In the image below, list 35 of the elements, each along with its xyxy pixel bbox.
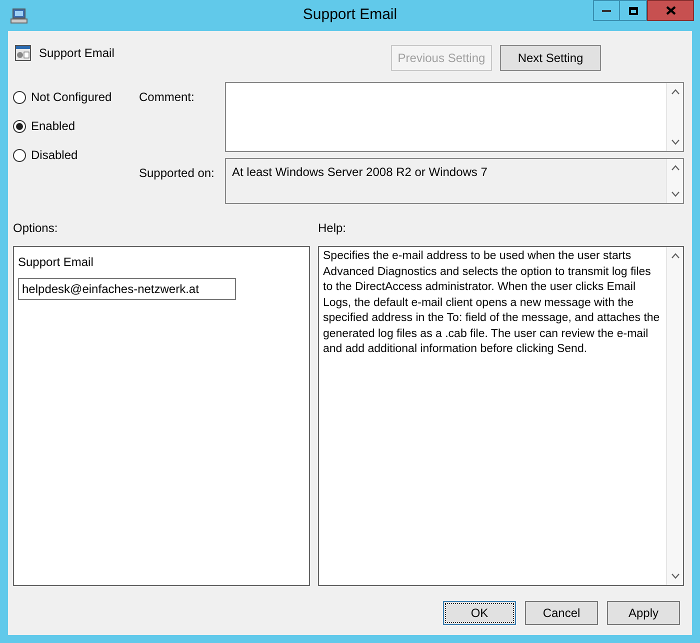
help-text: Specifies the e-mail address to be used when the user starts Advanced Diagnostics and selects the option to transmit log files to the DirectAccess administrator. When the user clicks Email Logs, the default e-mail client opens a new message with the specified address in the To: field of the message, and attaches the generated log files as a .cab file. The user can review the e-mail and add additional information before clicking Send. [322,249,661,357]
close-button[interactable] [647,0,694,21]
email-input[interactable]: helpdesk@einfaches-netzwerk.at [18,278,236,300]
computer-icon [10,8,28,24]
close-icon [666,6,676,15]
scroll-bar[interactable] [666,83,683,151]
ok-button[interactable]: OK [443,601,516,625]
window-title: Support Email [302,5,398,26]
setting-name: Support Email [39,45,114,62]
option-label: Support Email [18,254,94,271]
supported-on-label: Supported on: [139,165,216,182]
radio-option[interactable]: Enabled [13,117,139,135]
scroll-bar[interactable] [666,247,683,585]
radio-option[interactable]: Disabled [13,146,139,164]
radio-button[interactable] [13,90,26,104]
comment-field[interactable] [225,82,684,152]
radio-button[interactable] [13,148,26,162]
help-label: Help: [318,220,346,237]
policy-icon [15,45,31,61]
comment-label: Comment: [139,89,196,106]
options-label: Options: [13,220,59,237]
minimize-button[interactable] [593,0,620,21]
cancel-button[interactable]: Cancel [525,601,598,625]
scroll-down-icon[interactable] [670,139,680,145]
scroll-up-icon[interactable] [670,253,680,259]
next-setting-button[interactable]: Next Setting [500,45,601,71]
radio-option[interactable]: Not Configured [13,88,139,106]
scroll-down-icon[interactable] [670,191,680,197]
apply-button[interactable]: Apply [607,601,680,625]
scroll-bar[interactable] [666,159,683,203]
scroll-down-icon[interactable] [670,573,680,579]
scroll-up-icon[interactable] [670,89,680,95]
radio-button[interactable] [13,120,26,132]
scroll-up-icon[interactable] [670,165,680,171]
supported-on-field: At least Windows Server 2008 R2 or Windows 7 [225,158,684,204]
